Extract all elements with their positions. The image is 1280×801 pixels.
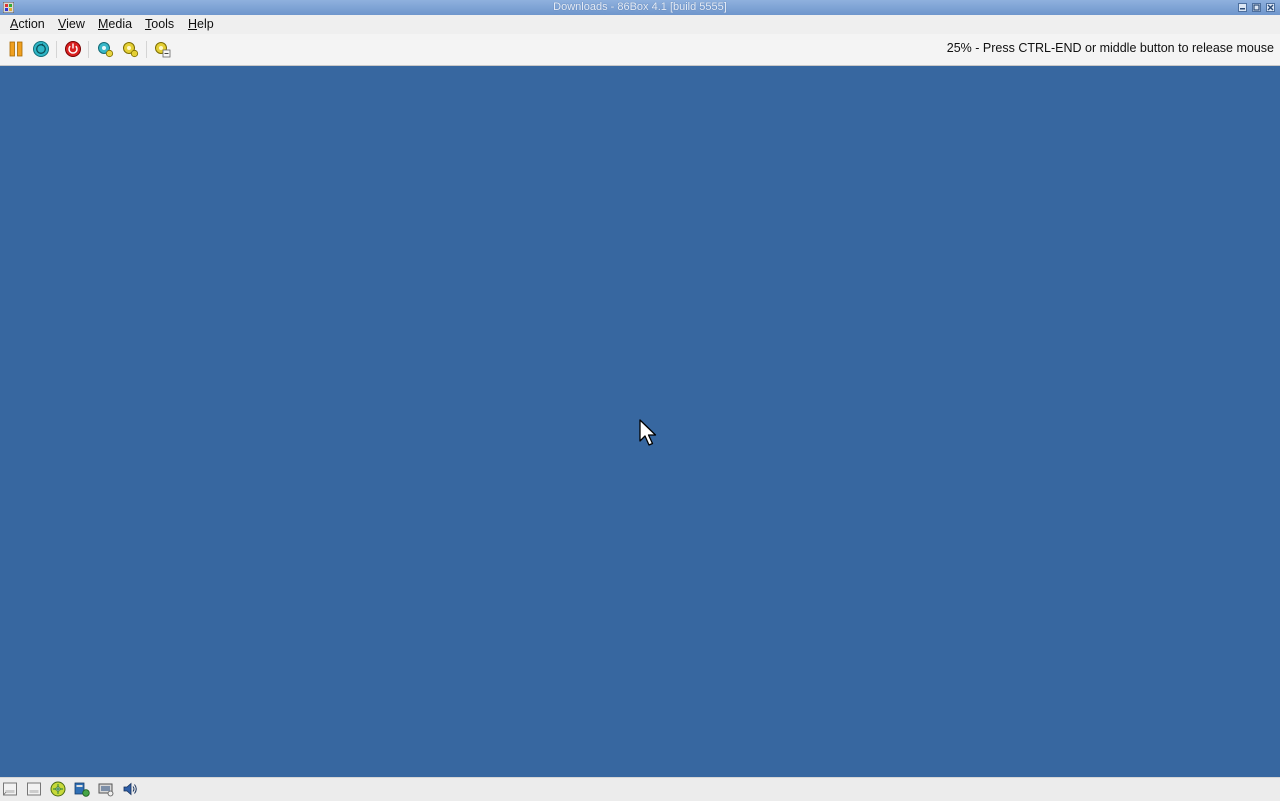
minimize-icon	[1240, 8, 1245, 10]
title-bar[interactable]: Downloads - 86Box 4.1 [build 5555]	[0, 0, 1280, 16]
menu-view[interactable]: View	[58, 16, 85, 33]
emulator-screen[interactable]	[0, 66, 1280, 777]
hard-reset-icon[interactable]	[96, 40, 114, 58]
network-icon[interactable]	[98, 781, 114, 797]
machine-config-icon[interactable]	[153, 40, 171, 58]
toolbar-separator	[88, 41, 89, 58]
menu-help[interactable]: Help	[188, 16, 214, 33]
status-bar	[0, 777, 1280, 801]
menu-media[interactable]: Media	[98, 16, 132, 33]
menu-bar: Action View Media Tools Help	[0, 15, 1280, 34]
mouse-capture-status: 25% - Press CTRL-END or middle button to…	[946, 41, 1274, 55]
cdrom-icon[interactable]	[50, 781, 66, 797]
sound-icon[interactable]	[122, 781, 138, 797]
hard-disk-icon[interactable]	[74, 781, 90, 797]
settings-icon[interactable]	[121, 40, 139, 58]
mouse-cursor-icon	[639, 419, 657, 446]
toolbar: 25% - Press CTRL-END or middle button to…	[0, 34, 1280, 66]
maximize-button[interactable]	[1252, 3, 1261, 12]
toolbar-separator	[146, 41, 147, 58]
floppy-drive-1-icon[interactable]	[2, 781, 18, 797]
close-icon	[1267, 4, 1274, 11]
maximize-icon	[1253, 4, 1260, 11]
window-title: Downloads - 86Box 4.1 [build 5555]	[553, 1, 727, 13]
menu-tools[interactable]: Tools	[145, 16, 174, 33]
pause-icon[interactable]	[7, 40, 25, 58]
minimize-button[interactable]	[1238, 3, 1247, 12]
power-icon[interactable]	[64, 40, 82, 58]
toolbar-separator	[56, 41, 57, 58]
ctrl-alt-del-icon[interactable]	[32, 40, 50, 58]
close-button[interactable]	[1266, 3, 1275, 12]
menu-action[interactable]: Action	[10, 16, 45, 33]
floppy-drive-2-icon[interactable]	[26, 781, 42, 797]
